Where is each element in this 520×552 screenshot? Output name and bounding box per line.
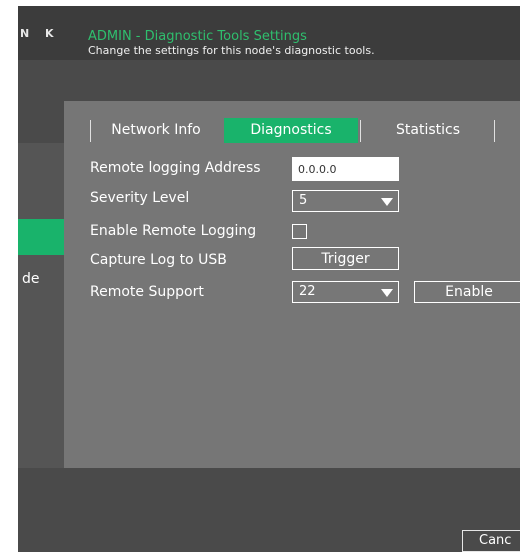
severity-level-value: 5 — [299, 193, 308, 208]
remote-support-value: 22 — [299, 284, 316, 299]
tab-divider — [90, 120, 91, 142]
chevron-down-icon — [381, 289, 393, 297]
sidebar-item-active[interactable] — [18, 219, 64, 255]
remote-support-select[interactable]: 22 — [292, 281, 399, 303]
remote-logging-address-label: Remote logging Address — [90, 160, 261, 176]
page-subtitle: Change the settings for this node's diag… — [88, 44, 375, 57]
sidebar-item-label[interactable]: de — [22, 271, 40, 287]
severity-level-select[interactable]: 5 — [292, 190, 399, 212]
left-edge — [0, 6, 18, 552]
tab-network-info[interactable]: Network Info — [96, 118, 216, 143]
tab-statistics[interactable]: Statistics — [362, 118, 494, 143]
remote-support-label: Remote Support — [90, 284, 204, 300]
cancel-button[interactable]: Canc — [462, 530, 520, 552]
remote-logging-address-input[interactable] — [292, 157, 399, 181]
sidebar — [18, 143, 66, 468]
trigger-button[interactable]: Trigger — [292, 247, 399, 270]
severity-level-label: Severity Level — [90, 190, 190, 206]
tab-divider — [360, 120, 361, 142]
enable-remote-logging-label: Enable Remote Logging — [90, 223, 257, 239]
tab-diagnostics[interactable]: Diagnostics — [224, 118, 358, 143]
page-title: ADMIN - Diagnostic Tools Settings — [88, 29, 307, 44]
enable-button[interactable]: Enable — [414, 281, 520, 303]
enable-remote-logging-checkbox[interactable] — [292, 224, 307, 239]
brand-logo: N K — [20, 27, 60, 40]
capture-log-label: Capture Log to USB — [90, 252, 227, 268]
tab-divider — [494, 120, 495, 142]
chevron-down-icon — [381, 198, 393, 206]
